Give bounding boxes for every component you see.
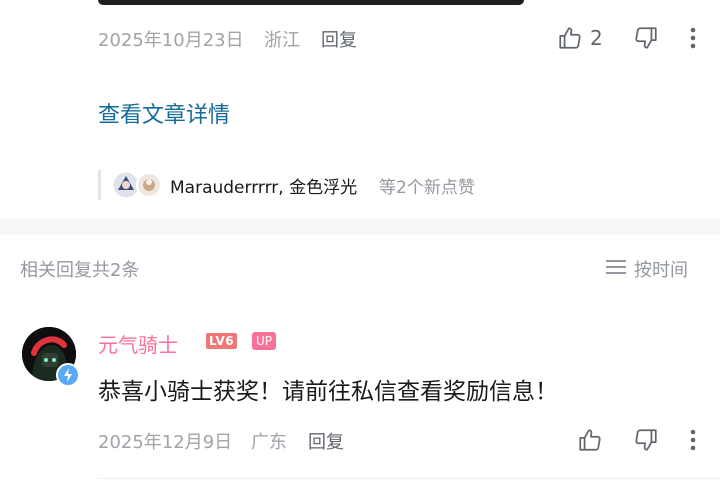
related-replies-title: 相关回复共2条 — [20, 260, 140, 281]
comment-location: 广东 — [251, 432, 287, 453]
likes-row-divider — [98, 170, 101, 200]
up-badge: UP — [252, 332, 277, 350]
section-divider — [0, 219, 720, 235]
liker-names[interactable]: Marauderrrrr, 金色浮光 — [170, 173, 357, 198]
view-article-link[interactable]: 查看文章详情 — [98, 97, 230, 129]
thumbs-up-icon[interactable] — [557, 25, 583, 55]
level-badge: LV6 — [206, 333, 238, 349]
new-likes-count: 等2个新点赞 — [379, 178, 475, 198]
thumbs-down-icon[interactable] — [633, 25, 659, 55]
more-vertical-icon[interactable] — [688, 427, 698, 457]
sort-button[interactable]: 按时间 — [606, 256, 688, 282]
comment-content: 恭喜小骑士获奖！请前往私信查看奖励信息！ — [98, 379, 558, 405]
thumbs-up-icon[interactable] — [577, 427, 603, 457]
comment-date: 2025年10月23日 — [98, 30, 244, 51]
reply-button[interactable]: 回复 — [321, 26, 357, 52]
sort-label: 按时间 — [634, 260, 688, 281]
menu-lines-icon — [606, 258, 626, 280]
more-vertical-icon[interactable] — [688, 25, 698, 55]
comment-location: 浙江 — [264, 30, 300, 51]
comment-separator — [98, 478, 720, 479]
verified-badge-icon — [56, 363, 80, 387]
comment-image-preview[interactable] — [98, 0, 524, 5]
reply-button[interactable]: 回复 — [308, 428, 344, 454]
username[interactable]: 元气骑士 — [98, 329, 178, 358]
like-count: 2 — [590, 26, 603, 50]
liker-avatars[interactable] — [113, 170, 163, 200]
comment-date: 2025年12月9日 — [98, 432, 233, 453]
thumbs-down-icon[interactable] — [633, 427, 659, 457]
